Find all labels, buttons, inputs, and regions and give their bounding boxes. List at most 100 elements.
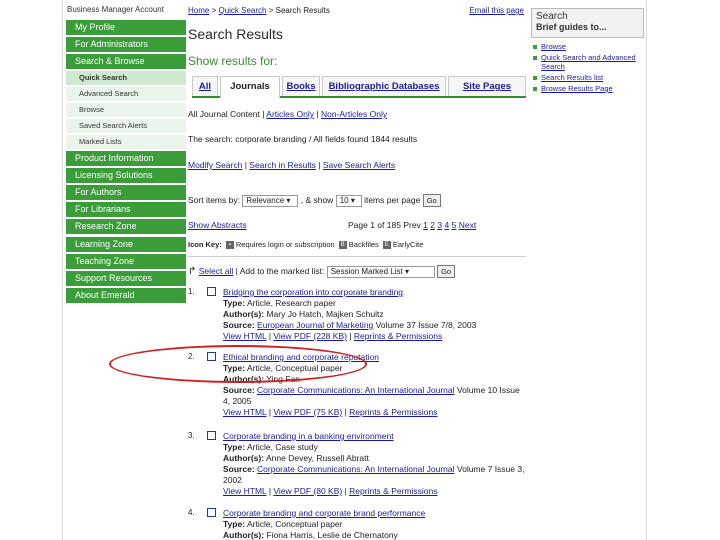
guide-link-browse[interactable]: Browse [531,42,645,51]
filter-separator: | [314,109,321,119]
page-link-3[interactable]: 3 [437,220,442,230]
email-page-link[interactable]: Email this page [469,6,524,15]
marked-list-controls: ↱ Select all | Add to the marked list: S… [188,265,456,278]
tab-books[interactable]: Books [282,76,320,96]
show-abstracts-link[interactable]: Show Abstracts [188,220,247,230]
result-source: Source: Corporate Communications: An Int… [223,464,526,486]
slide: Business Manager Account My Profile For … [0,0,720,540]
reprints-link[interactable]: Reprints & Permissions [354,331,442,341]
result-authors: Author(s): Ying Fan [223,374,526,385]
result-type: Type: Article, Conceptual paper [223,363,526,374]
breadcrumb-home[interactable]: Home [188,6,209,15]
modify-search-link[interactable]: Modify Search [188,160,242,170]
filter-articles-only[interactable]: Articles Only [266,109,314,119]
sidebar-item-search-browse[interactable]: Search & Browse [66,54,186,69]
view-html-link[interactable]: View HTML [223,486,266,496]
result-authors: Author(s): Mary Jo Hatch, Majken Schultz [223,309,526,320]
page-link-4[interactable]: 4 [445,220,450,230]
sidebar-sub-quick-search[interactable]: Quick Search [66,71,186,85]
view-pdf-link[interactable]: View PDF (80 KB) [273,486,342,496]
tab-site-pages[interactable]: Site Pages [448,76,526,96]
view-html-link[interactable]: View HTML [223,407,266,417]
result-title-link[interactable]: Ethical branding and corporate reputatio… [223,352,526,363]
page-title: Search Results [188,26,283,42]
source-journal-link[interactable]: Corporate Communications: An Internation… [257,385,455,395]
sidebar-item-teaching-zone[interactable]: Teaching Zone [66,254,186,269]
guide-label: Browse [541,42,567,51]
sidebar-item-my-profile[interactable]: My Profile [66,20,186,35]
type-value: Article, Case study [246,442,318,452]
filter-non-articles-only[interactable]: Non-Articles Only [321,109,387,119]
sidebar-sub-browse[interactable]: Browse [66,103,186,117]
tab-bibliographic-databases[interactable]: Bibliographic Databases [322,76,446,96]
next-link[interactable]: Next [459,220,476,230]
sidebar-item-about-emerald[interactable]: About Emerald [66,288,186,303]
result-title-link[interactable]: Corporate branding and corporate brand p… [223,508,526,519]
per-page-select[interactable]: 10 ▾ [335,194,362,207]
view-pdf-link[interactable]: View PDF (228 KB) [273,331,347,341]
marked-list-go-button[interactable]: Go [437,265,456,278]
result-body: Bridging the corporation into corporate … [223,287,526,342]
page-link-1[interactable]: 1 [423,220,428,230]
result-title-link[interactable]: Corporate branding in a banking environm… [223,431,526,442]
select-all-link[interactable]: Select all [199,266,234,276]
authors-value: Anne Devey, Russell Abratt [265,453,369,463]
sidebar-item-learning-zone[interactable]: Learning Zone [66,237,186,252]
sidebar-item-research-zone[interactable]: Research Zone [66,219,186,234]
guide-link-browse-results[interactable]: Browse Results Page [531,84,645,93]
tab-all[interactable]: All [192,76,218,96]
view-pdf-link[interactable]: View PDF (75 KB) [273,407,342,417]
content-filter: All Journal Content | Articles Only | No… [188,109,387,119]
result-checkbox[interactable] [207,431,216,440]
breadcrumb-quick-search[interactable]: Quick Search [218,6,266,15]
reprints-link[interactable]: Reprints & Permissions [349,407,437,417]
results-for-label: Show results for: [188,54,278,68]
guide-label: Quick Search and Advanced Search [541,53,636,71]
sidebar-item-licensing-solutions[interactable]: Licensing Solutions [66,168,186,183]
tab-journals[interactable]: Journals [220,76,280,98]
source-journal-link[interactable]: European Journal of Marketing [257,320,373,330]
page-link-5[interactable]: 5 [452,220,457,230]
guide-link-quick-advanced[interactable]: Quick Search and Advanced Search [531,53,645,71]
result-body: Corporate branding and corporate brand p… [223,508,526,540]
results-tabs: All Journals Books Bibliographic Databas… [192,76,526,98]
sidebar-item-for-librarians[interactable]: For Librarians [66,202,186,217]
sidebar-sub-marked-lists[interactable]: Marked Lists [66,135,186,149]
result-checkbox[interactable] [207,508,216,517]
source-journal-link[interactable]: Corporate Communications: An Internation… [257,464,455,474]
prev-link[interactable]: Prev [403,220,420,230]
breadcrumb: Home > Quick Search > Search Results [188,6,330,15]
bullet-icon [533,76,537,80]
guide-list: Browse Quick Search and Advanced Search … [531,42,645,93]
type-value: Article, Research paper [246,298,336,308]
bullet-icon [533,87,537,91]
marked-list-select[interactable]: Session Marked List ▾ [326,265,435,278]
authors-label: Author(s): [223,453,265,463]
result-source: Source: European Journal of Marketing Vo… [223,320,526,331]
sidebar-item-product-information[interactable]: Product Information [66,151,186,166]
sidebar-item-for-administrators[interactable]: For Administrators [66,37,186,52]
sidebar-sub-advanced-search[interactable]: Advanced Search [66,87,186,101]
result-body: Ethical branding and corporate reputatio… [223,352,526,418]
sort-select[interactable]: Relevance ▾ [242,194,299,207]
save-search-alerts-link[interactable]: Save Search Alerts [323,160,395,170]
source-label: Source: [223,385,255,395]
result-title-link[interactable]: Bridging the corporation into corporate … [223,287,526,298]
icon-key-backfiles: Backfiles [348,240,379,249]
source-label: Source: [223,464,255,474]
result-body: Corporate branding in a banking environm… [223,431,526,497]
result-checkbox[interactable] [207,352,216,361]
result-checkbox[interactable] [207,287,216,296]
view-html-link[interactable]: View HTML [223,331,266,341]
guide-link-search-results[interactable]: Search Results list [531,73,645,82]
page-link-2[interactable]: 2 [430,220,435,230]
sidebar-sub-saved-search-alerts[interactable]: Saved Search Alerts [66,119,186,133]
reprints-link[interactable]: Reprints & Permissions [349,486,437,496]
search-in-results-link[interactable]: Search in Results [249,160,316,170]
select-arrow-icon: ↱ [188,265,197,277]
help-subtitle: Brief guides to... [536,22,607,32]
sidebar-item-for-authors[interactable]: For Authors [66,185,186,200]
result-number: 1. [188,287,195,296]
sidebar-item-support-resources[interactable]: Support Resources [66,271,186,286]
sort-go-button[interactable]: Go [422,194,441,207]
